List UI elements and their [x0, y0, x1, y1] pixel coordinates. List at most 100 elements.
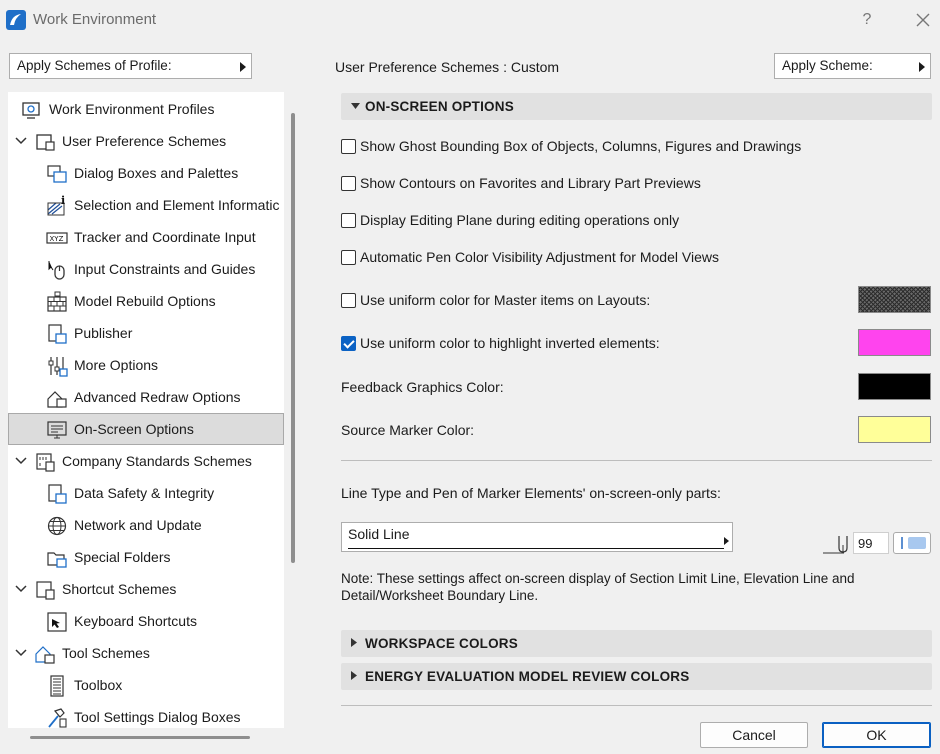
- tree-item-toolbox[interactable]: Toolbox: [8, 670, 284, 700]
- ghost-bounding-box-checkbox[interactable]: [341, 139, 356, 154]
- tree-horizontal-scrollbar[interactable]: [30, 736, 250, 739]
- chevron-down-icon[interactable]: [15, 456, 27, 466]
- marker-elements-label: Line Type and Pen of Marker Elements' on…: [341, 485, 721, 501]
- tree-item-label: Work Environment Profiles: [49, 101, 215, 117]
- chevron-right-icon: [724, 537, 729, 545]
- folder-icon: [47, 552, 67, 568]
- apply-scheme-dropdown[interactable]: Apply Scheme:: [774, 53, 931, 79]
- tree-item-more-options[interactable]: More Options: [8, 350, 284, 380]
- company-scheme-icon: [36, 453, 55, 472]
- divider: [341, 460, 932, 461]
- apply-profile-dropdown[interactable]: Apply Schemes of Profile:: [9, 53, 252, 79]
- tree-item-model-rebuild[interactable]: Model Rebuild Options: [8, 286, 284, 316]
- profiles-icon: [22, 102, 40, 119]
- chevron-down-icon[interactable]: [15, 136, 27, 146]
- tree-item-label: Company Standards Schemes: [62, 453, 252, 469]
- tree-item-tracker[interactable]: XYZ Tracker and Coordinate Input: [8, 222, 284, 252]
- tree-item-label: Input Constraints and Guides: [74, 261, 256, 277]
- master-items-color-checkbox[interactable]: [341, 293, 356, 308]
- tree-item-label: More Options: [74, 357, 159, 373]
- tree-item-shortcut-schemes[interactable]: Shortcut Schemes: [8, 574, 284, 604]
- tree-item-publisher[interactable]: Publisher: [8, 318, 284, 348]
- apply-scheme-label: Apply Scheme:: [782, 58, 873, 73]
- selection-info-icon: i: [47, 195, 65, 216]
- brick-wall-icon: [47, 291, 67, 312]
- tree-item-label: Advanced Redraw Options: [74, 389, 241, 405]
- sliders-icon: [48, 357, 68, 377]
- tree-item-label: Tracker and Coordinate Input: [74, 229, 256, 245]
- source-marker-label: Source Marker Color:: [341, 422, 475, 438]
- tree-item-dialog-boxes[interactable]: Dialog Boxes and Palettes: [8, 158, 284, 188]
- dialog-palettes-icon: [47, 165, 67, 183]
- section-title: ENERGY EVALUATION MODEL REVIEW COLORS: [365, 669, 690, 684]
- tree-item-on-screen-options[interactable]: On-Screen Options: [8, 413, 284, 445]
- cancel-button[interactable]: Cancel: [700, 722, 808, 748]
- tree-item-advanced-redraw[interactable]: Advanced Redraw Options: [8, 382, 284, 412]
- tree-item-label: Publisher: [74, 325, 133, 341]
- pen-number-field[interactable]: 99: [853, 532, 889, 554]
- archicad-app-icon: [6, 10, 26, 30]
- pen-color-visibility-checkbox[interactable]: [341, 250, 356, 265]
- line-type-dropdown[interactable]: Solid Line: [341, 522, 733, 552]
- show-contours-checkbox[interactable]: [341, 176, 356, 191]
- tree-item-label: Toolbox: [74, 677, 123, 693]
- inverted-elements-color-swatch[interactable]: [858, 329, 931, 356]
- mouse-constraints-icon: [48, 261, 65, 280]
- tree-item-special-folders[interactable]: Special Folders: [8, 542, 284, 572]
- tree-item-label: Data Safety & Integrity: [74, 485, 215, 501]
- triangle-right-icon: [351, 638, 357, 647]
- tree-item-label: Network and Update: [74, 517, 202, 533]
- section-title: ON-SCREEN OPTIONS: [365, 99, 514, 114]
- section-on-screen-options[interactable]: ON-SCREEN OPTIONS: [341, 93, 932, 120]
- note-text: Note: These settings affect on-screen di…: [341, 571, 855, 603]
- tree-item-input-constraints[interactable]: Input Constraints and Guides: [8, 254, 284, 284]
- keyboard-shortcut-icon: [47, 612, 67, 632]
- section-workspace-colors[interactable]: WORKSPACE COLORS: [341, 630, 932, 657]
- tree-item-tool-settings[interactable]: Tool Settings Dialog Boxes: [8, 702, 284, 728]
- tree-item-company-standards[interactable]: Company Standards Schemes: [8, 446, 284, 476]
- tree-item-work-environment-profiles[interactable]: Work Environment Profiles: [8, 94, 284, 124]
- tree-vertical-scrollbar[interactable]: [291, 113, 295, 563]
- scheme-folder-icon: [36, 134, 55, 151]
- tree-item-data-safety[interactable]: Data Safety & Integrity: [8, 478, 284, 508]
- section-energy-evaluation[interactable]: ENERGY EVALUATION MODEL REVIEW COLORS: [341, 663, 932, 690]
- tree-item-label: Keyboard Shortcuts: [74, 613, 197, 629]
- chevron-right-icon: [919, 62, 925, 72]
- source-marker-color-swatch[interactable]: [858, 416, 931, 443]
- inverted-elements-checkbox[interactable]: [341, 336, 356, 351]
- feedback-graphics-label: Feedback Graphics Color:: [341, 379, 504, 395]
- globe-icon: [47, 516, 67, 536]
- toolbox-icon: [50, 675, 64, 697]
- svg-text:i: i: [61, 195, 65, 207]
- option-label: Show Ghost Bounding Box of Objects, Colu…: [360, 138, 802, 154]
- option-label: Use uniform color for Master items on La…: [360, 292, 651, 308]
- apply-profile-label: Apply Schemes of Profile:: [17, 58, 172, 73]
- option-label: Display Editing Plane during editing ope…: [360, 212, 680, 228]
- chevron-down-icon[interactable]: [15, 584, 27, 594]
- tree-item-label: Special Folders: [74, 549, 171, 565]
- editing-plane-checkbox[interactable]: [341, 213, 356, 228]
- tree-item-tool-schemes[interactable]: Tool Schemes: [8, 638, 284, 668]
- tree-item-selection-element-info[interactable]: i Selection and Element Informatic: [8, 190, 284, 220]
- tree-item-label: Tool Schemes: [62, 645, 150, 661]
- divider: [341, 705, 932, 706]
- tree-item-label: Selection and Element Informatic: [74, 197, 280, 213]
- ok-button[interactable]: OK: [822, 722, 931, 748]
- shortcut-scheme-icon: [36, 581, 55, 600]
- house-redraw-icon: [47, 391, 67, 408]
- pen-color-button[interactable]: [893, 532, 931, 554]
- tree-item-keyboard-shortcuts[interactable]: Keyboard Shortcuts: [8, 606, 284, 636]
- window-title: Work Environment: [33, 11, 157, 28]
- line-type-label: Solid Line: [348, 526, 410, 542]
- scheme-tree[interactable]: Work Environment Profiles User Preferenc…: [8, 92, 284, 728]
- chevron-down-icon[interactable]: [15, 648, 27, 658]
- help-button[interactable]: ?: [855, 8, 879, 32]
- close-icon[interactable]: [910, 8, 936, 32]
- master-items-color-swatch[interactable]: [858, 286, 931, 313]
- tree-item-label: Shortcut Schemes: [62, 581, 177, 597]
- tree-item-user-preference-schemes[interactable]: User Preference Schemes: [8, 126, 284, 156]
- feedback-graphics-color-swatch[interactable]: [858, 373, 931, 400]
- monitor-icon: [47, 421, 67, 439]
- tree-item-network-update[interactable]: Network and Update: [8, 510, 284, 540]
- pen-icon: [823, 536, 848, 554]
